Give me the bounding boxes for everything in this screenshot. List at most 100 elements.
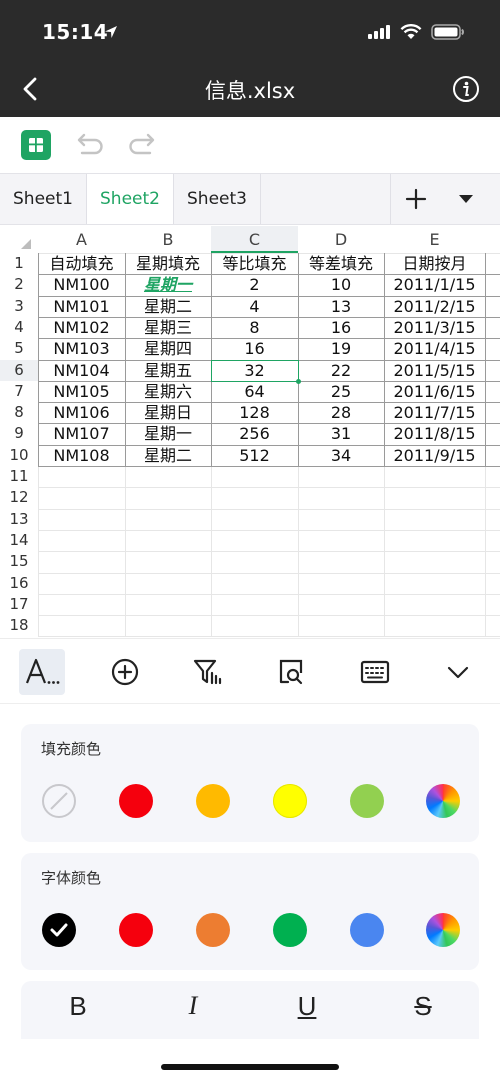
select-all-corner[interactable] bbox=[0, 226, 38, 253]
selection-fill-handle[interactable] bbox=[296, 378, 301, 384]
table-cell[interactable]: NM103 bbox=[38, 338, 125, 359]
fill-color-swatch-green[interactable] bbox=[350, 784, 384, 818]
row-header-5[interactable]: 5 bbox=[0, 338, 38, 359]
table-cell[interactable]: 2 bbox=[211, 274, 298, 295]
font-color-swatch-custom[interactable] bbox=[426, 913, 460, 947]
row-header-9[interactable]: 9 bbox=[0, 423, 38, 444]
table-cell[interactable]: 2011/3/15 bbox=[384, 317, 485, 338]
add-sheet-button[interactable] bbox=[390, 174, 440, 224]
fill-color-swatch-none[interactable] bbox=[42, 784, 76, 818]
fill-color-swatch-orange[interactable] bbox=[196, 784, 230, 818]
table-cell[interactable]: NM106 bbox=[38, 402, 125, 423]
row-header-3[interactable]: 3 bbox=[0, 296, 38, 317]
row-header-6[interactable]: 6 bbox=[0, 359, 38, 381]
find-button[interactable] bbox=[268, 649, 314, 695]
table-cell[interactable]: 星期五 bbox=[125, 360, 211, 381]
table-cell[interactable]: 2011/8/15 bbox=[384, 423, 485, 444]
table-cell[interactable]: NM101 bbox=[38, 296, 125, 317]
column-header-b[interactable]: B bbox=[125, 226, 211, 253]
row-header-4[interactable]: 4 bbox=[0, 317, 38, 338]
table-cell[interactable]: 星期二 bbox=[125, 296, 211, 317]
fill-color-swatch-custom[interactable] bbox=[426, 784, 460, 818]
table-cell[interactable]: 13 bbox=[298, 296, 384, 317]
selected-cell-outline[interactable] bbox=[211, 359, 299, 382]
keyboard-button[interactable] bbox=[352, 649, 398, 695]
column-header-e[interactable]: E bbox=[384, 226, 485, 253]
cell-header-b[interactable]: 星期填充 bbox=[125, 253, 211, 274]
table-cell[interactable]: NM104 bbox=[38, 360, 125, 381]
table-cell[interactable]: 16 bbox=[298, 317, 384, 338]
row-header-18[interactable]: 18 bbox=[0, 615, 38, 636]
collapse-panel-button[interactable] bbox=[435, 649, 481, 695]
spreadsheet-grid[interactable]: A B C D E 1 2 3 4 5 6 7 8 9 10 11 12 13 14 15 16 17 18 自动填充 星期填充… bbox=[0, 226, 500, 638]
sheet-app-icon[interactable] bbox=[21, 130, 51, 160]
tab-sheet2[interactable]: Sheet2 bbox=[87, 174, 174, 224]
fill-color-swatch-yellow[interactable] bbox=[273, 784, 307, 818]
table-cell[interactable]: 128 bbox=[211, 402, 298, 423]
table-cell[interactable]: 星期二 bbox=[125, 445, 211, 466]
cell-header-c[interactable]: 等比填充 bbox=[211, 253, 298, 274]
table-cell[interactable]: 星期一 bbox=[125, 274, 211, 295]
table-cell[interactable]: 10 bbox=[298, 274, 384, 295]
row-header-7[interactable]: 7 bbox=[0, 381, 38, 402]
tab-sheet1[interactable]: Sheet1 bbox=[0, 174, 87, 224]
table-cell[interactable]: 星期三 bbox=[125, 317, 211, 338]
table-cell[interactable]: NM100 bbox=[38, 274, 125, 295]
table-cell[interactable]: 34 bbox=[298, 445, 384, 466]
row-header-15[interactable]: 15 bbox=[0, 551, 38, 572]
table-cell[interactable]: 2011/1/15 bbox=[384, 274, 485, 295]
column-header-c[interactable]: C bbox=[211, 226, 298, 253]
table-cell[interactable]: 31 bbox=[298, 423, 384, 444]
table-cell[interactable]: 19 bbox=[298, 338, 384, 359]
font-color-swatch-green[interactable] bbox=[273, 913, 307, 947]
table-cell[interactable]: 2011/7/15 bbox=[384, 402, 485, 423]
insert-button[interactable] bbox=[102, 649, 148, 695]
tab-sheet3[interactable]: Sheet3 bbox=[174, 174, 261, 224]
table-cell[interactable]: 256 bbox=[211, 423, 298, 444]
home-indicator[interactable] bbox=[161, 1064, 339, 1070]
bold-button[interactable]: B bbox=[58, 991, 98, 1022]
row-header-8[interactable]: 8 bbox=[0, 402, 38, 423]
table-cell[interactable]: NM108 bbox=[38, 445, 125, 466]
table-cell[interactable]: 64 bbox=[211, 381, 298, 402]
row-header-10[interactable]: 10 bbox=[0, 445, 38, 466]
table-cell[interactable]: NM105 bbox=[38, 381, 125, 402]
cell-header-a[interactable]: 自动填充 bbox=[38, 253, 125, 274]
cell-header-d[interactable]: 等差填充 bbox=[298, 253, 384, 274]
row-header-12[interactable]: 12 bbox=[0, 487, 38, 508]
row-header-2[interactable]: 2 bbox=[0, 274, 38, 295]
row-header-1[interactable]: 1 bbox=[0, 253, 38, 274]
table-cell[interactable]: 2011/2/15 bbox=[384, 296, 485, 317]
table-cell[interactable]: 星期四 bbox=[125, 338, 211, 359]
row-header-11[interactable]: 11 bbox=[0, 466, 38, 487]
sheet-menu-button[interactable] bbox=[440, 174, 500, 224]
table-cell[interactable]: 2011/5/15 bbox=[384, 360, 485, 381]
redo-icon[interactable] bbox=[126, 131, 156, 159]
filter-sort-button[interactable] bbox=[185, 649, 231, 695]
fill-color-swatch-red[interactable] bbox=[119, 784, 153, 818]
table-cell[interactable]: 25 bbox=[298, 381, 384, 402]
table-cell[interactable]: 28 bbox=[298, 402, 384, 423]
font-color-swatch-orange[interactable] bbox=[196, 913, 230, 947]
text-format-button[interactable] bbox=[19, 649, 65, 695]
cell-header-e[interactable]: 日期按月 bbox=[384, 253, 485, 274]
table-cell[interactable]: 16 bbox=[211, 338, 298, 359]
row-header-16[interactable]: 16 bbox=[0, 573, 38, 594]
row-header-13[interactable]: 13 bbox=[0, 509, 38, 530]
table-cell[interactable]: 2011/9/15 bbox=[384, 445, 485, 466]
column-header-a[interactable]: A bbox=[38, 226, 125, 253]
table-cell[interactable]: 22 bbox=[298, 360, 384, 381]
row-header-14[interactable]: 14 bbox=[0, 530, 38, 551]
undo-icon[interactable] bbox=[76, 131, 106, 159]
underline-button[interactable]: U bbox=[287, 991, 327, 1022]
row-header-17[interactable]: 17 bbox=[0, 594, 38, 615]
font-color-swatch-blue[interactable] bbox=[350, 913, 384, 947]
table-cell[interactable]: NM107 bbox=[38, 423, 125, 444]
table-cell[interactable]: NM102 bbox=[38, 317, 125, 338]
table-cell[interactable]: 512 bbox=[211, 445, 298, 466]
column-header-d[interactable]: D bbox=[298, 226, 384, 253]
font-color-swatch-red[interactable] bbox=[119, 913, 153, 947]
table-cell[interactable]: 2011/4/15 bbox=[384, 338, 485, 359]
table-cell[interactable]: 8 bbox=[211, 317, 298, 338]
strikethrough-button[interactable]: S bbox=[403, 991, 443, 1022]
